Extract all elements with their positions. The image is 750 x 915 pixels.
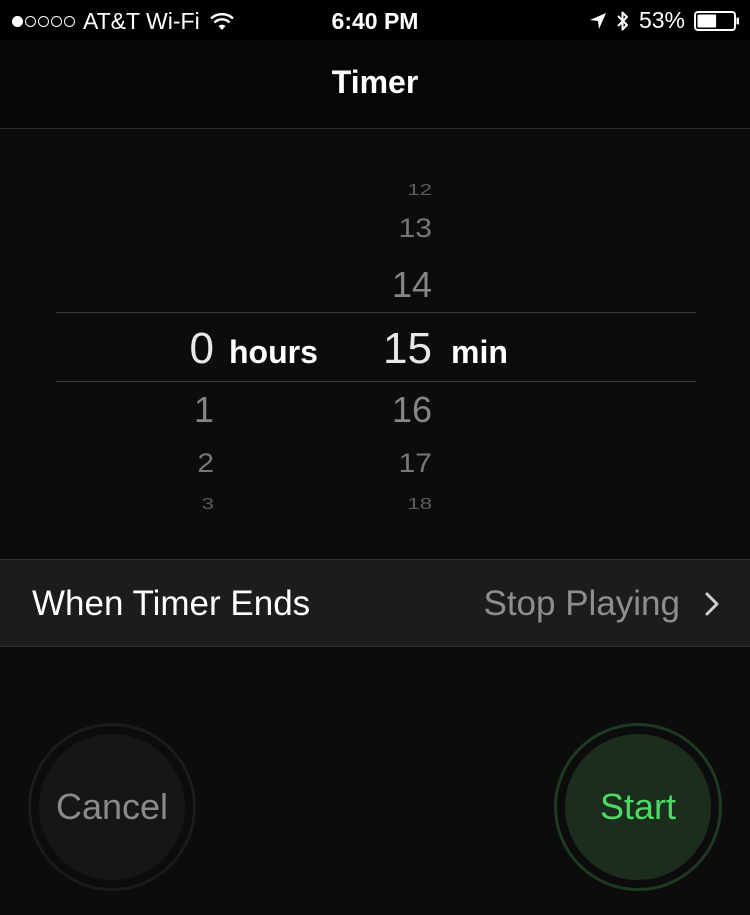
- status-bar: AT&T Wi-Fi 6:40 PM 53%: [0, 0, 750, 40]
- timer-controls: Cancel Start: [0, 647, 750, 915]
- cancel-button[interactable]: Cancel: [39, 734, 185, 880]
- battery-percent: 53%: [638, 7, 685, 33]
- cancel-button-ring: Cancel: [28, 723, 196, 891]
- hours-option[interactable]: 3: [150, 496, 214, 511]
- minutes-option[interactable]: 12: [360, 182, 432, 197]
- bluetooth-icon: [617, 11, 628, 30]
- minutes-option[interactable]: 17: [360, 450, 432, 478]
- hours-option[interactable]: 1: [150, 392, 214, 428]
- page-title: Timer: [331, 64, 419, 100]
- start-button[interactable]: Start: [565, 734, 711, 880]
- battery-icon: [694, 10, 739, 31]
- location-arrow-icon: [589, 12, 606, 29]
- hours-unit-label: hours: [229, 334, 318, 370]
- minutes-option[interactable]: 16: [360, 392, 432, 428]
- hours-selected-value[interactable]: 0: [150, 327, 214, 371]
- chevron-right-icon: [705, 592, 719, 616]
- minutes-unit-label: min: [451, 334, 508, 370]
- minutes-option[interactable]: 13: [360, 215, 432, 243]
- when-timer-ends-row[interactable]: When Timer Ends Stop Playing: [0, 559, 750, 647]
- hours-option[interactable]: 2: [150, 450, 214, 478]
- minutes-option[interactable]: 14: [360, 267, 432, 303]
- picker-selection-bottom-divider: [56, 381, 696, 382]
- status-right: 53%: [589, 7, 740, 34]
- timer-duration-picker[interactable]: 0 1 2 3 hours 12 13 14 15 16 17 18 min: [0, 129, 750, 559]
- when-timer-ends-value: Stop Playing: [483, 584, 680, 623]
- minutes-option[interactable]: 18: [360, 496, 432, 511]
- when-timer-ends-label: When Timer Ends: [32, 584, 311, 623]
- navigation-bar: Timer: [0, 40, 750, 129]
- start-button-ring: Start: [554, 723, 722, 891]
- picker-selection-top-divider: [56, 312, 696, 313]
- minutes-selected-value[interactable]: 15: [360, 327, 432, 371]
